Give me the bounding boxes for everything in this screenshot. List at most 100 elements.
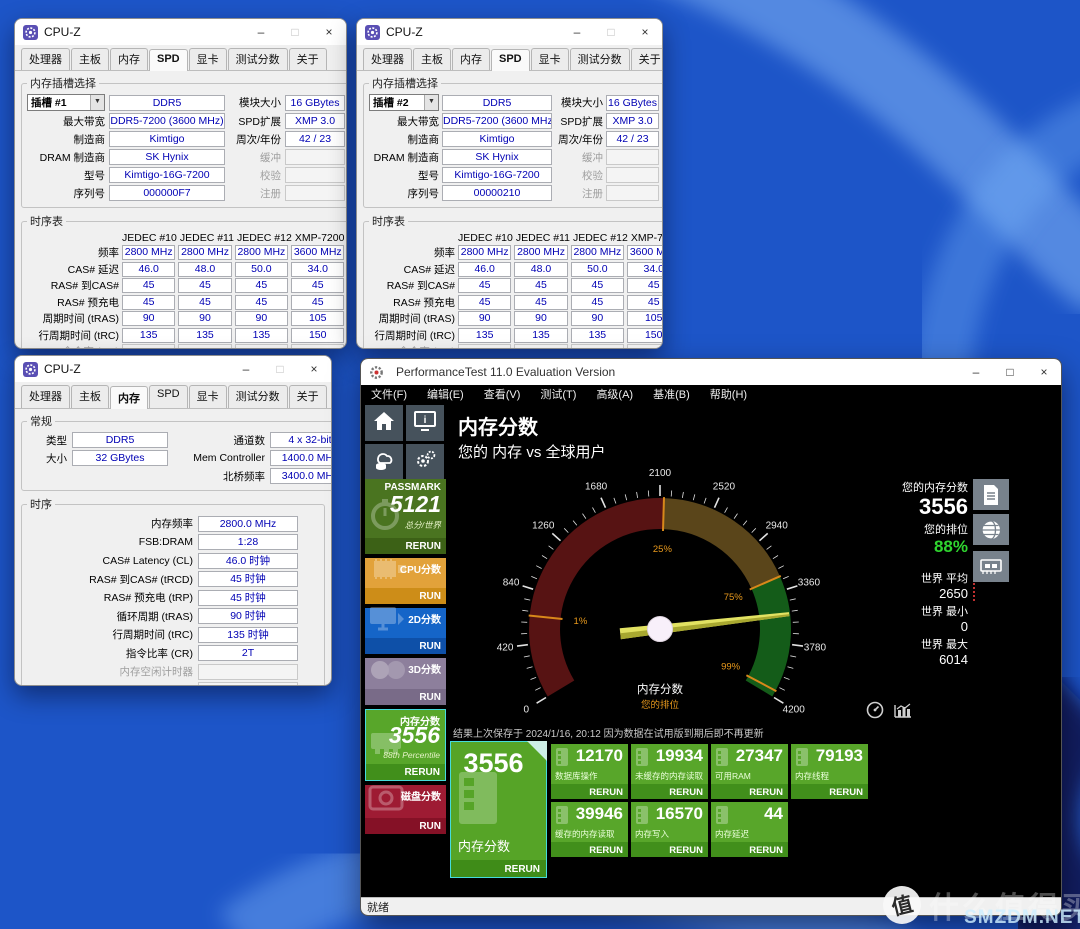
tab-处理器[interactable]: 处理器 <box>363 48 412 70</box>
close-icon[interactable]: × <box>312 20 346 44</box>
run-button[interactable]: RUN <box>419 821 441 832</box>
memory-page: 常规类型DDR5通道数4 x 32-bit大小32 GBytesMem Cont… <box>20 412 326 686</box>
rerun-button[interactable]: RERUN <box>749 845 783 856</box>
rerun-button[interactable]: RERUN <box>669 787 703 798</box>
globe-icon[interactable] <box>973 514 1009 545</box>
tab-内存[interactable]: 内存 <box>110 386 148 409</box>
slot-select[interactable]: 插槽 #1▼ <box>27 94 105 111</box>
subtest-tile-内存延迟[interactable]: 44内存延迟RERUN <box>711 802 788 857</box>
timing-row-label: RAS# 到CAS# <box>369 278 455 293</box>
menu-item-文件(F)[interactable]: 文件(F) <box>361 386 417 402</box>
baseline-upload-button[interactable] <box>365 444 403 480</box>
sidebar-tile-2D分数[interactable]: 2D分数RUN <box>365 608 446 654</box>
system-info-button[interactable]: i <box>406 405 444 441</box>
timing-value: 2T <box>198 645 298 661</box>
tab-显卡[interactable]: 显卡 <box>531 48 569 70</box>
cpuz-window-memory[interactable]: CPU-Z – □ × 处理器主板内存SPD显卡测试分数关于 常规类型DDR5通… <box>14 355 332 686</box>
tab-测试分数[interactable]: 测试分数 <box>228 48 288 70</box>
rerun-button[interactable]: RERUN <box>589 787 623 798</box>
chevron-down-icon[interactable]: ▼ <box>424 95 438 110</box>
rerun-button[interactable]: RERUN <box>589 845 623 856</box>
tab-关于[interactable]: 关于 <box>289 385 327 408</box>
tab-内存[interactable]: 内存 <box>110 48 148 70</box>
titlebar[interactable]: CPU-Z – □ × <box>357 19 662 45</box>
rerun-button[interactable]: RERUN <box>669 845 703 856</box>
subtest-tile-未缓存的内存读取[interactable]: 19934未缓存的内存读取RERUN <box>631 744 708 799</box>
maximize-icon: □ <box>278 20 312 44</box>
menu-item-基准(B)[interactable]: 基准(B) <box>643 386 700 402</box>
performancetest-window[interactable]: PerformanceTest 11.0 Evaluation Version … <box>360 358 1062 916</box>
timing-value: 2800 MHz <box>571 245 624 260</box>
titlebar[interactable]: CPU-Z – □ × <box>15 19 346 45</box>
run-button[interactable]: RUN <box>419 641 441 652</box>
general-group: 常规类型DDR5通道数4 x 32-bit大小32 GBytesMem Cont… <box>21 413 332 491</box>
subtest-tile-缓存的内存读取[interactable]: 39946缓存的内存读取RERUN <box>551 802 628 857</box>
tab-显卡[interactable]: 显卡 <box>189 385 227 408</box>
tab-内存[interactable]: 内存 <box>452 48 490 70</box>
sidebar-tile-内存分数[interactable]: 内存分数355688th PercentileRERUN <box>365 709 446 781</box>
minimize-icon[interactable]: – <box>959 360 993 384</box>
timing-value: 3600 MHz <box>291 245 344 260</box>
report-icon[interactable] <box>973 479 1009 510</box>
menu-item-测试(T)[interactable]: 测试(T) <box>530 386 586 402</box>
close-icon[interactable]: × <box>297 357 331 381</box>
cpuz-window-slot1[interactable]: CPU-Z – □ × 处理器主板内存SPD显卡测试分数关于 内存插槽选择插槽 … <box>14 18 347 349</box>
rerun-button[interactable]: RERUN <box>749 787 783 798</box>
tab-显卡[interactable]: 显卡 <box>189 48 227 70</box>
tab-测试分数[interactable]: 测试分数 <box>570 48 630 70</box>
run-button[interactable]: RUN <box>419 692 441 703</box>
timing-value: 135 <box>571 328 624 343</box>
subtest-tile-内存线程[interactable]: 79193内存线程RERUN <box>791 744 868 799</box>
tab-SPD[interactable]: SPD <box>491 49 530 71</box>
rerun-button[interactable]: RERUN <box>829 787 863 798</box>
titlebar[interactable]: PerformanceTest 11.0 Evaluation Version … <box>361 359 1061 385</box>
memory-chip-icon <box>554 805 570 830</box>
sidebar-tile-3D分数[interactable]: 3D分数RUN <box>365 658 446 705</box>
chart-icon[interactable] <box>893 701 913 724</box>
home-button[interactable] <box>365 405 403 441</box>
home-icon <box>372 410 396 437</box>
memory-score-tile[interactable]: 3556 内存分数 RERUN <box>450 741 547 878</box>
timing-value: 45 时钟 <box>198 571 298 587</box>
tab-测试分数[interactable]: 测试分数 <box>228 385 288 408</box>
tab-主板[interactable]: 主板 <box>71 48 109 70</box>
menu-item-编辑(E)[interactable]: 编辑(E) <box>417 386 474 402</box>
rerun-button[interactable]: RERUN <box>404 767 440 778</box>
tab-SPD[interactable]: SPD <box>149 385 188 408</box>
minimize-icon[interactable]: – <box>229 357 263 381</box>
tab-处理器[interactable]: 处理器 <box>21 385 70 408</box>
titlebar[interactable]: CPU-Z – □ × <box>15 356 331 382</box>
sidebar-tile-CPU分数[interactable]: CPU分数RUN <box>365 558 446 604</box>
rerun-button[interactable]: RERUN <box>504 864 540 875</box>
minimize-icon[interactable]: – <box>560 20 594 44</box>
tab-SPD[interactable]: SPD <box>149 49 188 71</box>
close-icon[interactable]: × <box>1027 360 1061 384</box>
menu-item-帮助(H)[interactable]: 帮助(H) <box>700 386 757 402</box>
subtest-tile-内存写入[interactable]: 16570内存写入RERUN <box>631 802 708 857</box>
gpu-card-icon[interactable] <box>973 551 1009 582</box>
chevron-down-icon[interactable]: ▼ <box>90 95 104 110</box>
memory-chip-icon <box>714 747 730 772</box>
sidebar-tile-磁盘分数[interactable]: 磁盘分数RUN <box>365 785 446 834</box>
tab-主板[interactable]: 主板 <box>71 385 109 408</box>
minimize-icon[interactable]: – <box>244 20 278 44</box>
timing-row-label: FSB:DRAM <box>35 536 193 548</box>
tab-处理器[interactable]: 处理器 <box>21 48 70 70</box>
maximize-icon[interactable]: □ <box>993 360 1027 384</box>
subtest-tile-可用RAM[interactable]: 27347可用RAMRERUN <box>711 744 788 799</box>
close-icon[interactable]: × <box>628 20 662 44</box>
tab-主板[interactable]: 主板 <box>413 48 451 70</box>
gauge-icon[interactable] <box>866 701 884 724</box>
rerun-button[interactable]: RERUN <box>405 541 441 552</box>
tab-关于[interactable]: 关于 <box>289 48 327 70</box>
subtest-tile-数据库操作[interactable]: 12170数据库操作RERUN <box>551 744 628 799</box>
settings-button[interactable] <box>406 444 444 480</box>
menu-item-高级(A)[interactable]: 高级(A) <box>586 386 643 402</box>
sidebar-tile-PASSMARK[interactable]: PASSMARK5121总分/世界RERUN <box>365 479 446 554</box>
run-button[interactable]: RUN <box>419 591 441 602</box>
tab-关于[interactable]: 关于 <box>631 48 663 70</box>
svg-text:420: 420 <box>497 643 514 654</box>
cpuz-window-slot2[interactable]: CPU-Z – □ × 处理器主板内存SPD显卡测试分数关于 内存插槽选择插槽 … <box>356 18 663 349</box>
menu-item-查看(V)[interactable]: 查看(V) <box>474 386 531 402</box>
slot-select[interactable]: 插槽 #2▼ <box>369 94 439 111</box>
